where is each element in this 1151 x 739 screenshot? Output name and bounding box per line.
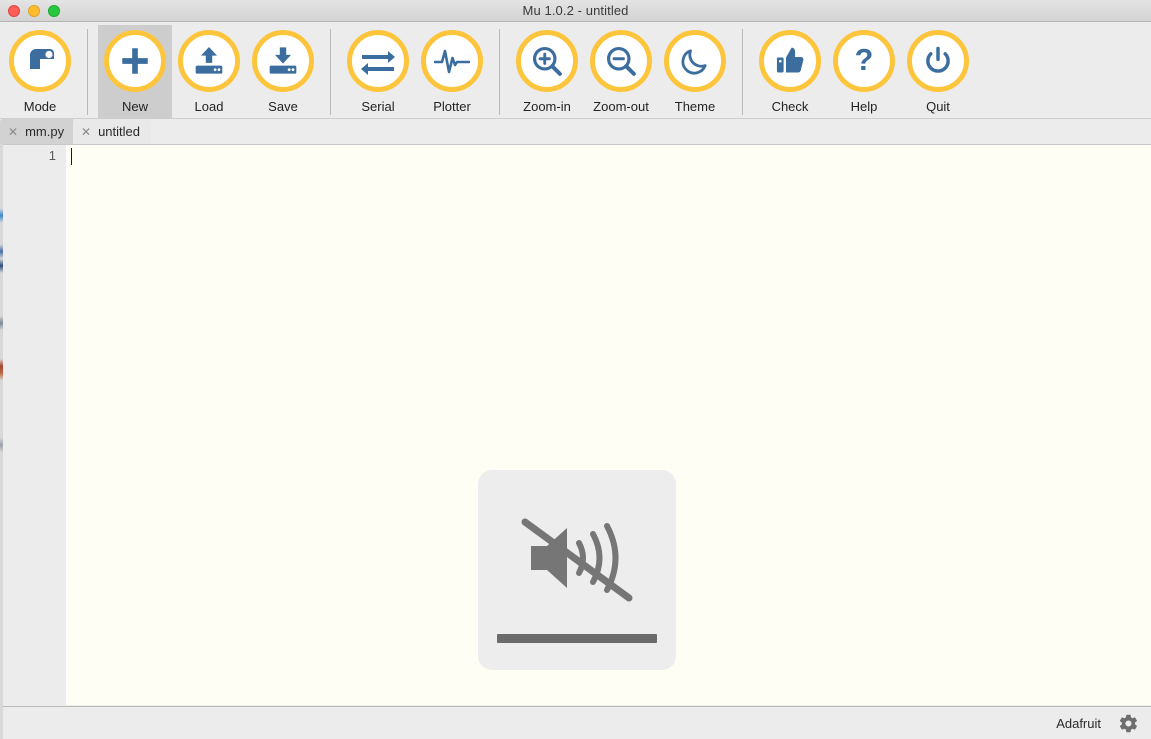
toolbar-button-theme[interactable]: Theme — [658, 25, 732, 119]
question-mark-icon: ? — [833, 30, 895, 92]
toolbar-button-help[interactable]: ? Help — [827, 25, 901, 119]
plus-icon — [104, 30, 166, 92]
toolbar-button-label: Save — [268, 99, 298, 114]
current-mode-label[interactable]: Adafruit — [1056, 716, 1101, 731]
toolbar-button-label: Quit — [926, 99, 950, 114]
toolbar-button-label: Zoom-out — [593, 99, 649, 114]
minimize-window-button[interactable] — [28, 5, 40, 17]
speaker-muted-icon — [517, 508, 637, 608]
toolbar-separator — [742, 29, 743, 115]
volume-mute-overlay — [478, 470, 676, 670]
close-window-button[interactable] — [8, 5, 20, 17]
window-controls — [8, 0, 60, 22]
close-icon[interactable]: ✕ — [8, 126, 18, 138]
toolbar-separator — [87, 29, 88, 115]
toolbar-button-label: New — [121, 99, 148, 114]
editor-tab-untitled[interactable]: ✕ untitled — [73, 119, 151, 144]
toolbar-button-label: Plotter — [433, 99, 471, 114]
status-bar: Adafruit — [3, 706, 1151, 739]
volume-level-bar — [497, 634, 657, 643]
toolbar-button-quit[interactable]: Quit — [901, 25, 975, 119]
python-snake-icon — [9, 30, 71, 92]
upload-drive-icon — [178, 30, 240, 92]
window-title: Mu 1.0.2 - untitled — [522, 3, 629, 18]
editor-tab-label: mm.py — [25, 124, 65, 139]
toolbar-button-label: Mode — [23, 99, 57, 114]
line-number: 1 — [48, 148, 56, 163]
toolbar-button-serial[interactable]: Serial — [341, 25, 415, 119]
toolbar-button-zoom-out[interactable]: Zoom-out — [584, 25, 658, 119]
maximize-window-button[interactable] — [48, 5, 60, 17]
text-caret — [71, 148, 72, 165]
toolbar-button-label: Load — [194, 99, 224, 114]
thumbs-up-icon — [759, 30, 821, 92]
toolbar-button-label: Zoom-in — [523, 99, 571, 114]
tab-bar: ✕ mm.py ✕ untitled — [0, 119, 1151, 144]
download-drive-icon — [252, 30, 314, 92]
toolbar-button-plotter[interactable]: Plotter — [415, 25, 489, 119]
magnifier-minus-icon — [590, 30, 652, 92]
line-number-gutter: 1 — [3, 145, 67, 705]
toolbar-button-label: Help — [850, 99, 878, 114]
moon-icon — [664, 30, 726, 92]
toolbar-button-mode[interactable]: Mode — [3, 25, 77, 119]
power-icon — [907, 30, 969, 92]
close-icon[interactable]: ✕ — [81, 126, 91, 138]
gear-icon[interactable] — [1117, 712, 1139, 734]
toolbar-button-label: Serial — [361, 99, 395, 114]
mu-editor-window: Mu 1.0.2 - untitled Mode New Load Save Seria… — [0, 0, 1151, 739]
magnifier-plus-icon — [516, 30, 578, 92]
toolbar-button-check[interactable]: Check — [753, 25, 827, 119]
waveform-icon — [421, 30, 483, 92]
title-bar: Mu 1.0.2 - untitled — [0, 0, 1151, 22]
toolbar-separator — [330, 29, 331, 115]
main-toolbar: Mode New Load Save Serial Plotter Zoom-in Zoom-… — [0, 22, 1151, 119]
editor-tab-label: untitled — [98, 124, 140, 139]
toolbar-button-zoom-in[interactable]: Zoom-in — [510, 25, 584, 119]
svg-text:?: ? — [855, 44, 874, 77]
exchange-arrows-icon — [347, 30, 409, 92]
editor-tab-mm-py[interactable]: ✕ mm.py — [0, 119, 76, 144]
toolbar-button-label: Theme — [674, 99, 716, 114]
toolbar-button-new[interactable]: New — [98, 25, 172, 119]
toolbar-button-save[interactable]: Save — [246, 25, 320, 119]
toolbar-separator — [499, 29, 500, 115]
toolbar-button-load[interactable]: Load — [172, 25, 246, 119]
toolbar-button-label: Check — [771, 99, 809, 114]
